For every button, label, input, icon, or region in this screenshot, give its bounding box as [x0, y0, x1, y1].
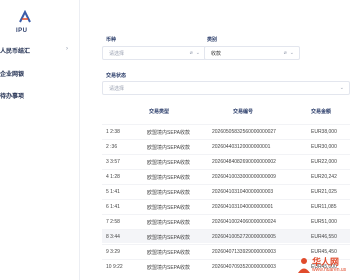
- table-row[interactable]: 7 2:58 欧盟境内SEPA收款 2026041002406000000002…: [102, 214, 350, 228]
- cell-amount: EUR21,025: [311, 189, 337, 195]
- cell-idx: 4 1:28: [106, 174, 120, 180]
- chevron-down-icon[interactable]: ⌄: [340, 85, 344, 91]
- cell-no: 2026041031040000000001: [212, 204, 274, 210]
- cell-no: 20260407093520000000003: [212, 264, 276, 270]
- cell-type: 欧盟境内SEPA收款: [147, 205, 190, 211]
- category-value: 收款: [211, 50, 222, 57]
- cell-idx: 8 3:44: [106, 234, 120, 240]
- cell-idx: 1 2:38: [106, 129, 120, 135]
- select-icons: ⌀ ⌄: [284, 50, 294, 56]
- cell-type: 欧盟境内SEPA收款: [147, 265, 190, 271]
- logo-mark-icon: [19, 10, 31, 23]
- sidebar: IPU 人民币结汇 › 企业网银 待办事项: [0, 0, 80, 280]
- cell-idx: 6 1:41: [106, 204, 120, 210]
- cell-idx: 3 3:57: [106, 159, 120, 165]
- chevron-down-icon[interactable]: ⌄: [290, 50, 294, 56]
- category-select[interactable]: 收款 ⌀ ⌄: [204, 46, 300, 60]
- category-label: 类别: [207, 37, 218, 43]
- cell-no: 20260505832560000000027: [212, 129, 276, 135]
- cell-no: 20260407133929000000003: [212, 249, 276, 255]
- table-header: 交易类型 交易编号 交易金额: [102, 104, 350, 118]
- cell-idx: 2 :36: [106, 144, 118, 150]
- clear-icon[interactable]: ⌀: [190, 50, 193, 56]
- table-row[interactable]: 3 3:57 欧盟境内SEPA收款 2026048408269000000000…: [102, 154, 350, 168]
- cell-no: 20260410052720000000005: [212, 234, 276, 240]
- cell-no: 20260410033000000000009: [212, 174, 276, 180]
- cell-type: 欧盟境内SEPA收款: [147, 175, 190, 181]
- cell-no: 2026041031040000000003: [212, 189, 274, 195]
- cell-type: 欧盟境内SEPA收款: [147, 160, 190, 166]
- cell-no: 202604403120000000001: [212, 144, 271, 150]
- sidebar-item-label: 待办事项: [0, 93, 25, 100]
- table-row[interactable]: 2 :36 欧盟境内SEPA收款 202604403120000000001 E…: [102, 139, 350, 153]
- cell-idx: 7 2:58: [106, 219, 120, 225]
- cell-amount: EUR20,242: [311, 174, 337, 180]
- cell-amount: EUR30,000: [311, 144, 337, 150]
- logo[interactable]: IPU: [16, 10, 38, 40]
- sidebar-item-label: 企业网银: [0, 71, 25, 78]
- cell-type: 欧盟境内SEPA收款: [147, 250, 190, 256]
- cell-type: 欧盟境内SEPA收款: [147, 220, 190, 226]
- cell-amount: EUR38,000: [311, 129, 337, 135]
- cell-idx: 5 1:41: [106, 189, 120, 195]
- cell-no: 20260410024060000000024: [212, 219, 276, 225]
- sidebar-item-rmb-settlement[interactable]: 人民币结汇 ›: [0, 43, 80, 57]
- table-row[interactable]: 8 3:44 欧盟境内SEPA收款 2026041005272000000000…: [102, 229, 350, 243]
- watermark-logo-icon: [298, 258, 310, 273]
- chevron-right-icon: ›: [66, 46, 68, 52]
- table-row[interactable]: 1 2:38 欧盟境内SEPA收款 2026050583256000000002…: [102, 124, 350, 138]
- cell-idx: 10 9:22: [106, 264, 123, 270]
- header-no: 交易编号: [233, 109, 254, 115]
- currency-placeholder: 请选择: [109, 50, 125, 57]
- cell-idx: 9 3:29: [106, 249, 120, 255]
- cell-type: 欧盟境内SEPA收款: [147, 235, 190, 241]
- status-placeholder: 请选择: [109, 85, 125, 92]
- table-row[interactable]: 5 1:41 欧盟境内SEPA收款 2026041031040000000003…: [102, 184, 350, 198]
- cell-type: 欧盟境内SEPA收款: [147, 145, 190, 151]
- table-row[interactable]: 6 1:41 欧盟境内SEPA收款 2026041031040000000001…: [102, 199, 350, 213]
- cell-type: 欧盟境内SEPA收款: [147, 130, 190, 136]
- watermark-url: www.huaren.us: [312, 267, 347, 273]
- select-icons: ⌄: [340, 85, 344, 91]
- cell-no: 20260484082690000000002: [212, 159, 276, 165]
- currency-select[interactable]: 请选择 ⌀ ⌄: [102, 46, 206, 60]
- sidebar-item-label: 人民币结汇: [0, 48, 31, 55]
- logo-text: IPU: [16, 28, 28, 34]
- status-label: 交易状态: [106, 73, 127, 79]
- cell-amount: EUR46,550: [311, 234, 337, 240]
- sidebar-item-todo[interactable]: 待办事项: [0, 88, 80, 102]
- watermark: 华人网 www.huaren.us: [296, 254, 348, 278]
- chevron-down-icon[interactable]: ⌄: [196, 50, 200, 56]
- clear-icon[interactable]: ⌀: [284, 50, 287, 56]
- header-type: 交易类型: [149, 109, 170, 115]
- select-icons: ⌀ ⌄: [190, 50, 200, 56]
- header-amount: 交易金额: [311, 109, 332, 115]
- status-select[interactable]: 请选择 ⌄: [102, 81, 350, 95]
- app: IPU 人民币结汇 › 企业网银 待办事项 币种 请选择 ⌀ ⌄ 类别 收款 ⌀ ⌄…: [0, 0, 350, 280]
- cell-amount: EUR11,085: [311, 204, 337, 210]
- cell-type: 欧盟境内SEPA收款: [147, 190, 190, 196]
- currency-label: 币种: [106, 37, 117, 43]
- cell-amount: EUR51,000: [311, 219, 337, 225]
- sidebar-item-corporate-banking[interactable]: 企业网银: [0, 66, 80, 80]
- cell-amount: EUR22,000: [311, 159, 337, 165]
- table-row[interactable]: 4 1:28 欧盟境内SEPA收款 2026041003300000000000…: [102, 169, 350, 183]
